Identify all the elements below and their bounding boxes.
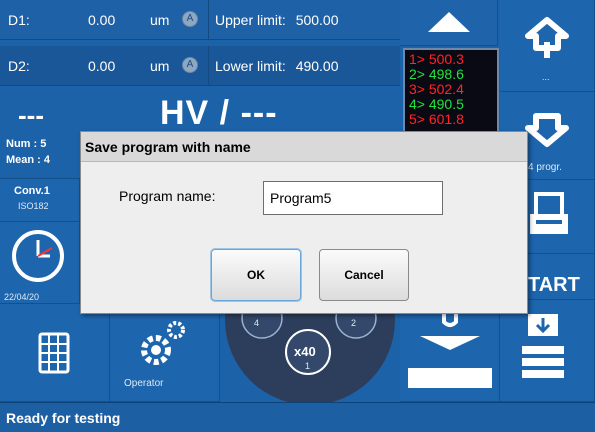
d1-unit: um xyxy=(150,12,170,28)
d2-label: D2: xyxy=(8,58,30,74)
triangle-up-icon xyxy=(428,12,470,32)
cancel-button[interactable]: Cancel xyxy=(319,249,409,301)
d2-readout: D2: 0.00 um A Lower limit: 490.00 xyxy=(0,46,400,86)
load-program-button[interactable]: ... xyxy=(500,0,595,92)
conversion-label: Conv.1 xyxy=(14,185,50,197)
program-name-label: Program name: xyxy=(119,188,216,204)
d2-auto-icon[interactable]: A xyxy=(182,57,198,73)
storage-stack-icon xyxy=(522,314,564,378)
result-line: 4> 490.5 xyxy=(409,96,464,112)
unload-button[interactable] xyxy=(400,300,500,402)
clock-date: 22/04/20 xyxy=(4,292,40,302)
turret-pos-left[interactable]: 4 xyxy=(254,318,259,328)
mean-label: Mean : 4 xyxy=(6,154,51,166)
conversion-standard: ISO182 xyxy=(18,201,49,211)
lower-limit[interactable]: Lower limit: 490.00 xyxy=(208,46,398,85)
store-button[interactable] xyxy=(500,300,595,402)
result-line: 3> 502.4 xyxy=(409,81,464,97)
d2-value: 0.00 xyxy=(88,58,116,74)
num-label: Num : 5 xyxy=(6,138,47,150)
result-line: 1> 500.3 xyxy=(409,51,464,67)
conversion-tile[interactable]: Conv.1 ISO182 xyxy=(0,178,80,222)
table-grid-icon xyxy=(38,332,70,374)
operator-button[interactable]: Operator xyxy=(110,304,220,402)
lower-limit-label: Lower limit: xyxy=(215,58,286,74)
load-program-caption: ... xyxy=(542,72,550,82)
unload-icon xyxy=(408,314,492,388)
d2-unit: um xyxy=(150,58,170,74)
hardness-scale: HV / --- xyxy=(160,94,278,132)
operator-label: Operator xyxy=(124,378,164,389)
turret-pos-right[interactable]: 2 xyxy=(351,318,356,328)
scroll-up-button[interactable] xyxy=(400,0,498,46)
upper-limit-value: 500.00 xyxy=(295,12,339,28)
dialog-title: Save program with name xyxy=(81,132,527,162)
save-program-dialog: Save program with name Program name: OK … xyxy=(80,131,528,314)
d1-label: D1: xyxy=(8,12,30,28)
clock-icon xyxy=(12,230,64,282)
start-label: TART xyxy=(528,274,580,296)
status-text: Ready for testing xyxy=(6,410,121,426)
save-program-caption: 4 progr. xyxy=(528,162,562,173)
result-line: 5> 601.8 xyxy=(409,111,464,127)
result-line: 2> 498.6 xyxy=(409,66,464,82)
d1-auto-icon[interactable]: A xyxy=(182,11,198,27)
hardness-value: --- xyxy=(18,100,44,130)
results-list[interactable]: 1> 500.3 2> 498.6 3> 502.4 4> 490.5 5> 601.8 xyxy=(403,48,499,134)
turret-lens-pos: 1 xyxy=(305,361,311,371)
turret-lens[interactable]: x40 xyxy=(294,344,316,359)
clock-tile[interactable]: 22/04/20 xyxy=(0,222,80,304)
ok-button[interactable]: OK xyxy=(211,249,301,301)
lower-limit-value: 490.00 xyxy=(295,58,339,74)
program-name-input[interactable] xyxy=(263,181,443,215)
upper-limit-label: Upper limit: xyxy=(215,12,286,28)
d1-readout: D1: 0.00 um A Upper limit: 500.00 xyxy=(0,0,400,40)
main-screen: D1: 0.00 um A Upper limit: 500.00 D2: 0.… xyxy=(0,0,595,432)
table-button[interactable] xyxy=(0,304,110,402)
upper-limit[interactable]: Upper limit: 500.00 xyxy=(208,0,398,39)
d1-value: 0.00 xyxy=(88,12,116,28)
gears-icon xyxy=(141,321,185,365)
status-bar: Ready for testing xyxy=(0,402,595,432)
